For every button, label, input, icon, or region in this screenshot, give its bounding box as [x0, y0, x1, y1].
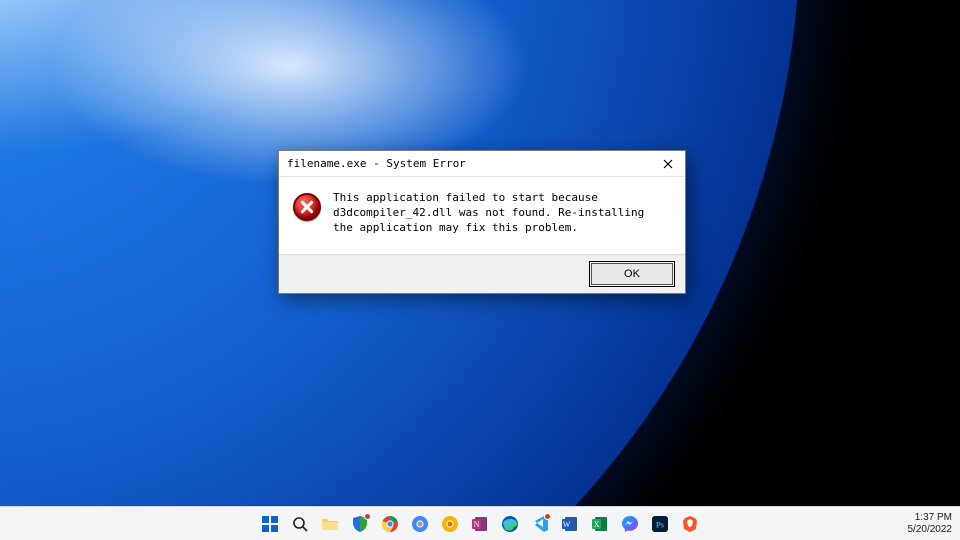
taskbar-messenger[interactable] — [618, 512, 642, 536]
error-dialog: filename.exe - System Error This applica… — [278, 150, 686, 294]
taskbar-chrome[interactable] — [378, 512, 402, 536]
taskbar-word[interactable]: W — [558, 512, 582, 536]
taskbar-search-button[interactable] — [288, 512, 312, 536]
clock-time: 1:37 PM — [908, 512, 953, 524]
word-icon: W — [561, 515, 579, 533]
dialog-titlebar[interactable]: filename.exe - System Error — [279, 151, 685, 177]
edge-icon — [501, 515, 519, 533]
svg-text:W: W — [563, 520, 571, 529]
taskbar-vscode[interactable] — [528, 512, 552, 536]
taskbar-brave[interactable] — [678, 512, 702, 536]
taskbar-clock[interactable]: 1:37 PM 5/20/2022 — [908, 512, 953, 535]
chrome-canary-icon — [441, 515, 459, 533]
badge-icon — [544, 513, 551, 520]
dialog-close-button[interactable] — [657, 155, 679, 173]
dialog-body: This application failed to start because… — [279, 177, 685, 254]
dialog-button-row: OK — [279, 254, 685, 293]
taskbar-excel[interactable]: X — [588, 512, 612, 536]
taskbar-center: N W — [258, 512, 702, 536]
taskbar-onenote[interactable]: N — [468, 512, 492, 536]
taskbar-file-explorer[interactable] — [318, 512, 342, 536]
svg-text:N: N — [474, 520, 480, 529]
taskbar-edge[interactable] — [498, 512, 522, 536]
brave-icon — [681, 515, 699, 533]
excel-icon: X — [591, 515, 609, 533]
messenger-icon — [621, 515, 639, 533]
onenote-icon: N — [471, 515, 489, 533]
dialog-message: This application failed to start because… — [333, 191, 669, 236]
chrome-icon — [381, 515, 399, 533]
svg-text:X: X — [594, 520, 600, 529]
taskbar-photoshop[interactable]: Ps — [648, 512, 672, 536]
ok-button[interactable]: OK — [591, 263, 673, 285]
photoshop-icon: Ps — [651, 515, 669, 533]
close-icon — [663, 159, 673, 169]
search-icon — [291, 515, 309, 533]
badge-icon — [364, 513, 371, 520]
taskbar-chrome-canary[interactable] — [438, 512, 462, 536]
windows-start-icon — [261, 515, 279, 533]
desktop: filename.exe - System Error This applica… — [0, 0, 960, 540]
dialog-title: filename.exe - System Error — [287, 157, 466, 170]
error-icon — [293, 193, 321, 221]
folder-icon — [321, 515, 339, 533]
taskbar-chrome-beta[interactable] — [408, 512, 432, 536]
taskbar: N W — [0, 506, 960, 540]
taskbar-start-button[interactable] — [258, 512, 282, 536]
clock-date: 5/20/2022 — [908, 524, 953, 536]
taskbar-security-alert[interactable] — [348, 512, 372, 536]
chrome-beta-icon — [411, 515, 429, 533]
taskbar-tray: 1:37 PM 5/20/2022 — [908, 507, 953, 540]
svg-text:Ps: Ps — [656, 520, 664, 529]
